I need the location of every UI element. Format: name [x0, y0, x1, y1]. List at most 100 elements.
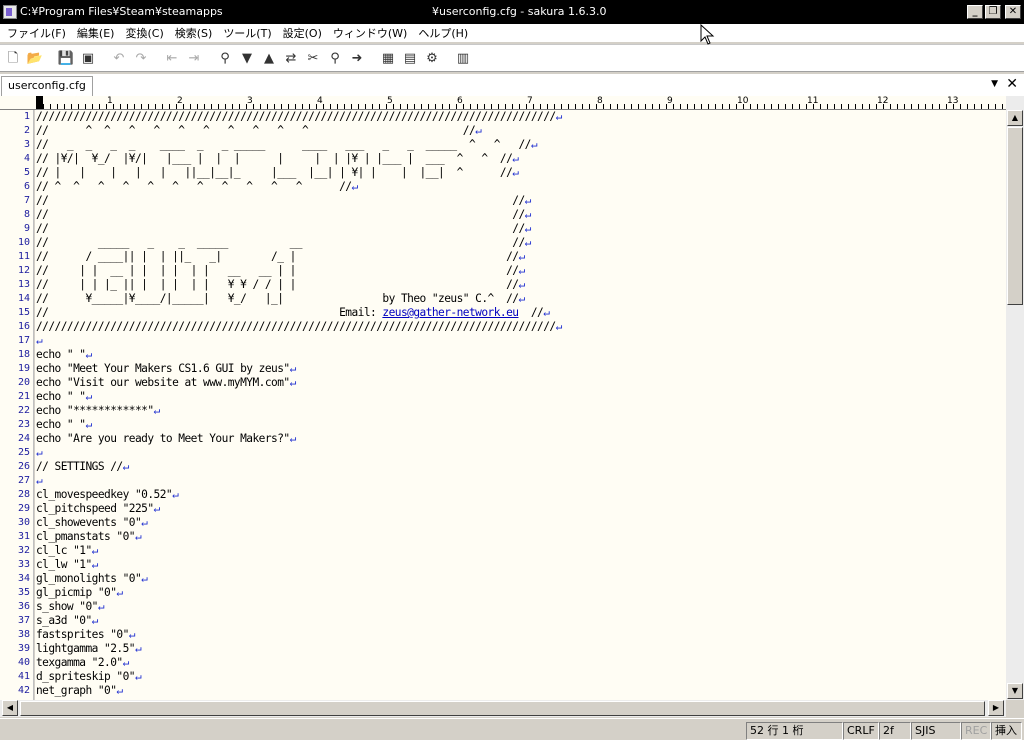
code-line[interactable]: // SETTINGS //↵ [35, 460, 1006, 474]
line-number: 22 [17, 405, 30, 416]
code-text: // |¥/| ¥_/ |¥/| |___ | | | | | | |¥ | |… [36, 152, 513, 165]
scroll-down-button[interactable]: ▼ [1007, 683, 1023, 699]
search-icon[interactable]: ⚲ [215, 48, 235, 68]
encoding[interactable]: SJIS [911, 722, 961, 740]
code-line[interactable]: lightgamma "2.5"↵ [35, 642, 1006, 656]
menu-window[interactable]: ウィンドウ(W) [328, 25, 413, 41]
code-line[interactable]: cl_movespeedkey "0.52"↵ [35, 488, 1006, 502]
code-line[interactable]: // | | __ | | | | | | __ __ | | //↵ [35, 264, 1006, 278]
code-line[interactable]: // |¥/| ¥_/ |¥/| |___ | | | | | | |¥ | |… [35, 152, 1006, 166]
code-line[interactable]: // ^ ^ ^ ^ ^ ^ ^ ^ ^ ^ ^ //↵ [35, 180, 1006, 194]
email-link[interactable]: zeus@gather-network.eu [382, 306, 519, 319]
code-line[interactable]: texgamma "2.0"↵ [35, 656, 1006, 670]
code-line[interactable]: ↵ [35, 446, 1006, 460]
code-line[interactable]: // | | |_ || | | | | | ¥ ¥ / / | | //↵ [35, 278, 1006, 292]
line-number: 34 [17, 573, 30, 584]
menu-tools[interactable]: ツール(T) [218, 25, 277, 41]
redo-icon[interactable]: ↷ [131, 48, 151, 68]
code-line[interactable]: s_show "0"↵ [35, 600, 1006, 614]
scroll-left-button[interactable]: ◀ [2, 700, 18, 716]
grep-icon[interactable]: ⚲ [325, 48, 345, 68]
code-line[interactable]: net_graph "0"↵ [35, 684, 1006, 698]
code-line[interactable]: ////////////////////////////////////////… [35, 320, 1006, 334]
code-line[interactable]: // ^ ^ ^ ^ ^ ^ ^ ^ ^ ^ //↵ [35, 124, 1006, 138]
undo-icon[interactable]: ↶ [109, 48, 129, 68]
code-line[interactable]: ↵ [35, 474, 1006, 488]
code-text: fastsprites "0" [36, 628, 129, 641]
minimize-button[interactable]: _ [967, 5, 983, 19]
outline-icon[interactable]: ▦ [378, 48, 398, 68]
window-list-icon[interactable]: ▥ [453, 48, 473, 68]
save-all-icon[interactable]: ▣ [78, 48, 98, 68]
tab-userconfig[interactable]: userconfig.cfg [1, 76, 93, 96]
insert-mode[interactable]: 挿入 [991, 722, 1022, 740]
save-icon[interactable]: 💾 [56, 48, 76, 68]
code-line[interactable]: cl_pitchspeed "225"↵ [35, 502, 1006, 516]
menu-convert[interactable]: 変換(C) [120, 25, 169, 41]
code-line[interactable]: s_a3d "0"↵ [35, 614, 1006, 628]
menu-search[interactable]: 検索(S) [170, 25, 219, 41]
tab-close-icon[interactable]: ✕ [1006, 76, 1018, 92]
code-line[interactable]: cl_pmanstats "0"↵ [35, 530, 1006, 544]
text-editor-area[interactable]: ////////////////////////////////////////… [35, 110, 1006, 700]
menu-help[interactable]: ヘルプ(H) [413, 25, 474, 41]
code-line[interactable]: echo "Are you ready to Meet Your Makers?… [35, 432, 1006, 446]
scroll-right-button[interactable]: ▶ [988, 700, 1004, 716]
code-text: echo "Are you ready to Meet Your Makers?… [36, 432, 290, 445]
code-line[interactable]: d_spriteskip "0"↵ [35, 670, 1006, 684]
code-line[interactable]: // | | | | | ||__|__|_ |___ |__| | ¥| | … [35, 166, 1006, 180]
eol-mark-icon: ↵ [524, 222, 532, 235]
code-text: // SETTINGS // [36, 460, 123, 473]
code-line[interactable]: // //↵ [35, 208, 1006, 222]
code-line[interactable]: // Email: zeus@gather-network.eu //↵ [35, 306, 1006, 320]
vertical-scrollbar[interactable]: ▲ ▼ [1006, 96, 1024, 700]
line-number: 5 [23, 167, 30, 178]
code-line[interactable]: // _ _ _ _ ____ _ _ _____ ____ ___ _ _ _… [35, 138, 1006, 152]
jump-icon[interactable]: ➜ [347, 48, 367, 68]
new-file-icon[interactable]: 🗋 [3, 48, 23, 68]
back-icon[interactable]: ⇤ [162, 48, 182, 68]
code-line[interactable]: cl_lw "1"↵ [35, 558, 1006, 572]
line-number: 11 [17, 251, 30, 262]
vertical-scroll-thumb[interactable] [1007, 127, 1023, 305]
horizontal-scroll-thumb[interactable] [20, 701, 985, 716]
macro-icon[interactable]: ⚙ [422, 48, 442, 68]
code-line[interactable]: // ¥_____|¥____/|_____| ¥_/ |_| by Theo … [35, 292, 1006, 306]
eol-type[interactable]: CRLF [843, 722, 879, 740]
code-line[interactable]: // _____ _ _ _____ __ //↵ [35, 236, 1006, 250]
replace-icon[interactable]: ⇄ [281, 48, 301, 68]
mark-icon[interactable]: ✂ [303, 48, 323, 68]
horizontal-scrollbar[interactable]: ◀ ▶ [0, 700, 1006, 717]
code-line[interactable]: cl_lc "1"↵ [35, 544, 1006, 558]
code-text: gl_monolights "0" [36, 572, 142, 585]
code-line[interactable]: gl_monolights "0"↵ [35, 572, 1006, 586]
code-line[interactable]: ////////////////////////////////////////… [35, 110, 1006, 124]
forward-icon[interactable]: ⇥ [184, 48, 204, 68]
code-line[interactable]: echo " "↵ [35, 418, 1006, 432]
scroll-up-button[interactable]: ▲ [1007, 110, 1023, 126]
line-number: 30 [17, 517, 30, 528]
tab-dropdown-icon[interactable]: ▼ [991, 79, 998, 89]
code-line[interactable]: echo " "↵ [35, 348, 1006, 362]
open-folder-icon[interactable]: 📂 [25, 48, 45, 68]
menu-settings[interactable]: 設定(O) [278, 25, 328, 41]
code-line[interactable]: echo "************"↵ [35, 404, 1006, 418]
code-line[interactable]: // //↵ [35, 222, 1006, 236]
code-line[interactable]: echo " "↵ [35, 390, 1006, 404]
restore-button[interactable]: ❐ [985, 5, 1001, 19]
code-line[interactable]: fastsprites "0"↵ [35, 628, 1006, 642]
code-line[interactable]: cl_showevents "0"↵ [35, 516, 1006, 530]
search-next-icon[interactable]: ▲ [259, 48, 279, 68]
menu-file[interactable]: ファイル(F) [2, 25, 72, 41]
close-button[interactable]: ✕ [1005, 5, 1021, 19]
code-line[interactable]: // / ____|| | | ||_ _| /_ | //↵ [35, 250, 1006, 264]
compare-icon[interactable]: ▤ [400, 48, 420, 68]
code-line[interactable]: gl_picmip "0"↵ [35, 586, 1006, 600]
search-prev-icon[interactable]: ▼ [237, 48, 257, 68]
menu-edit[interactable]: 編集(E) [72, 25, 121, 41]
code-line[interactable]: ↵ [35, 334, 1006, 348]
code-line[interactable]: // //↵ [35, 194, 1006, 208]
code-line[interactable]: echo "Meet Your Makers CS1.6 GUI by zeus… [35, 362, 1006, 376]
code-line[interactable]: echo "Visit our website at www.myMYM.com… [35, 376, 1006, 390]
app-icon[interactable] [3, 5, 17, 19]
